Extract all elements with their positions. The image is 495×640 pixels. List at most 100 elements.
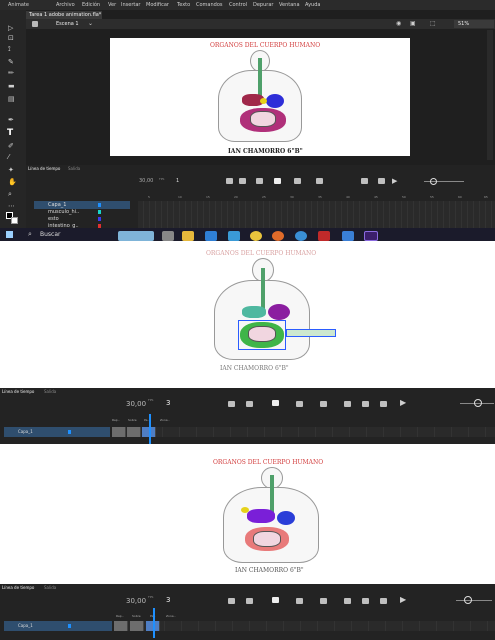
keyframe-cell[interactable]	[112, 427, 126, 437]
mail-icon[interactable]	[205, 231, 217, 241]
fps-value-3[interactable]: 30,00	[126, 597, 146, 605]
fill-color-swatch[interactable]	[11, 217, 18, 224]
insert-blank-keyframe-icon-3[interactable]	[320, 598, 327, 604]
insert-blank-keyframe-icon-2[interactable]	[320, 401, 327, 407]
pencil-tool-icon[interactable]: ✏	[8, 69, 14, 77]
keyframe-cell[interactable]	[114, 621, 128, 631]
loop-icon[interactable]	[274, 178, 281, 184]
step-back-icon-3[interactable]	[362, 598, 369, 604]
task-view-icon[interactable]	[162, 231, 174, 241]
output-tab-3[interactable]: Salida	[44, 585, 56, 590]
fps-value-2[interactable]: 30,00	[126, 400, 146, 408]
menu-texto[interactable]: Texto	[177, 2, 190, 8]
zoom-tool-icon[interactable]: ⌕	[8, 190, 12, 199]
step-forward-icon-2[interactable]	[380, 401, 387, 407]
rect-tool-icon[interactable]: ▤	[8, 95, 15, 103]
edit-multiple-icon[interactable]	[239, 178, 246, 184]
go-first-icon-2[interactable]	[344, 401, 351, 407]
taskbar-search[interactable]: Buscar	[40, 231, 61, 238]
menu-insertar[interactable]: Insertar	[121, 2, 140, 8]
landscape-widget-icon[interactable]	[118, 231, 154, 241]
timeline-zoom-slider-3[interactable]	[456, 600, 492, 601]
menu-ventana[interactable]: Ventana	[279, 2, 300, 8]
current-frame-3[interactable]: 3	[166, 596, 170, 604]
stage-canvas-3[interactable]: ORGANOS DEL CUERPO HUMANO IAN CHAMORRO 6…	[95, 455, 445, 575]
zoom-select[interactable]: 51%	[454, 20, 494, 28]
menu-control[interactable]: Control	[229, 2, 247, 8]
insert-keyframe-icon[interactable]	[294, 178, 301, 184]
brush-tool-icon[interactable]: ✎	[8, 58, 14, 66]
frame-ruler[interactable]: 5 10 15 20 25 30 35 40 45 50 55 60 65	[138, 195, 495, 200]
play-icon-2[interactable]: ▶	[400, 398, 406, 407]
output-tab[interactable]: Salida	[68, 166, 80, 171]
insert-blank-keyframe-icon[interactable]	[316, 178, 323, 184]
go-first-icon[interactable]	[361, 178, 368, 184]
hand-tool-icon[interactable]: ✋	[8, 178, 17, 186]
insert-keyframe-icon-3[interactable]	[296, 598, 303, 604]
more-tools-icon[interactable]: ⋯	[8, 202, 15, 210]
edit-multiple-icon-2[interactable]	[246, 401, 253, 407]
layer-row-capa1-2[interactable]: Capa_1	[4, 427, 110, 437]
paint-bucket-icon[interactable]: ✐	[8, 142, 14, 150]
edge-icon[interactable]	[295, 231, 307, 241]
timeline-tab-3[interactable]: Línea de tiempo	[2, 585, 34, 590]
timeline-tab-2[interactable]: Línea de tiempo	[2, 389, 34, 394]
back-arrow-icon[interactable]	[32, 21, 38, 27]
vertical-scrollbar[interactable]	[487, 30, 493, 160]
keyframe-cell[interactable]	[130, 621, 144, 631]
keyframe-cell[interactable]	[127, 427, 141, 437]
pen-tool-icon[interactable]: ✒	[8, 116, 14, 124]
eraser-tool-icon[interactable]: ▬	[8, 82, 15, 90]
eyedropper-icon[interactable]: ⁄	[8, 153, 9, 161]
loop-icon-3[interactable]	[272, 597, 279, 603]
stage-canvas[interactable]: ORGANOS DEL CUERPO HUMANO IAN CHAMORRO 6…	[110, 38, 410, 156]
loop-icon-2[interactable]	[272, 400, 279, 406]
crop-icon[interactable]: ▣	[410, 20, 416, 27]
menu-edicion[interactable]: Edición	[82, 2, 100, 8]
onion-skin-icon[interactable]	[226, 178, 233, 184]
current-frame[interactable]: 1	[176, 178, 179, 184]
subselect-tool-icon[interactable]: ⊡	[8, 34, 14, 42]
menu-archivo[interactable]: Archivo	[56, 2, 75, 8]
playhead[interactable]	[149, 414, 151, 444]
motion-path-bar[interactable]	[286, 329, 336, 337]
frames-grid-2[interactable]	[112, 427, 495, 437]
text-tool-icon[interactable]: T	[7, 128, 13, 138]
fps-value[interactable]: 30,00	[139, 178, 153, 184]
play-icon[interactable]: ▶	[392, 177, 397, 185]
frames-grid-3[interactable]	[114, 621, 495, 631]
go-first-icon-3[interactable]	[344, 598, 351, 604]
layer-row-capa1-3[interactable]: Capa_1	[4, 621, 112, 631]
windows-start-icon[interactable]	[6, 231, 13, 238]
search-icon[interactable]: ⌕	[28, 230, 32, 239]
timeline-tab[interactable]: Línea de tiempo	[28, 166, 60, 171]
lasso-tool-icon[interactable]: ⟟	[8, 45, 11, 54]
play-icon-3[interactable]: ▶	[400, 595, 406, 604]
selection-tool-icon[interactable]: ▷	[8, 24, 13, 32]
current-frame-2[interactable]: 3	[166, 399, 170, 407]
edit-multiple-icon-3[interactable]	[246, 598, 253, 604]
document-tab[interactable]: Tarea 1 adobe animation.fla*	[26, 11, 102, 19]
bone-tool-icon[interactable]: ✦	[8, 166, 14, 174]
step-back-icon[interactable]	[378, 178, 385, 184]
menu-comandos[interactable]: Comandos	[196, 2, 223, 8]
eye-icon[interactable]: ◉	[396, 20, 401, 27]
menu-modificar[interactable]: Modificar	[146, 2, 169, 8]
store-icon[interactable]	[228, 231, 240, 241]
onion-skin-icon-3[interactable]	[228, 598, 235, 604]
frames-grid[interactable]	[138, 201, 495, 228]
firefox-icon[interactable]	[272, 231, 284, 241]
animate-taskbar-icon[interactable]	[364, 231, 378, 241]
word-icon[interactable]	[318, 231, 330, 241]
menu-ver[interactable]: Ver	[108, 2, 116, 8]
slider-knob-2[interactable]	[474, 399, 482, 407]
menu-ayuda[interactable]: Ayuda	[305, 2, 320, 8]
onion-skin-icon-2[interactable]	[228, 401, 235, 407]
chevron-down-icon[interactable]: ⌄	[88, 20, 93, 27]
slider-knob-3[interactable]	[464, 596, 472, 604]
chrome-icon[interactable]	[250, 231, 262, 241]
scene-label[interactable]: Escena 1	[56, 21, 79, 27]
step-back-icon-2[interactable]	[362, 401, 369, 407]
file-explorer-icon[interactable]	[182, 231, 194, 241]
fit-icon[interactable]: ⬚	[430, 20, 436, 27]
